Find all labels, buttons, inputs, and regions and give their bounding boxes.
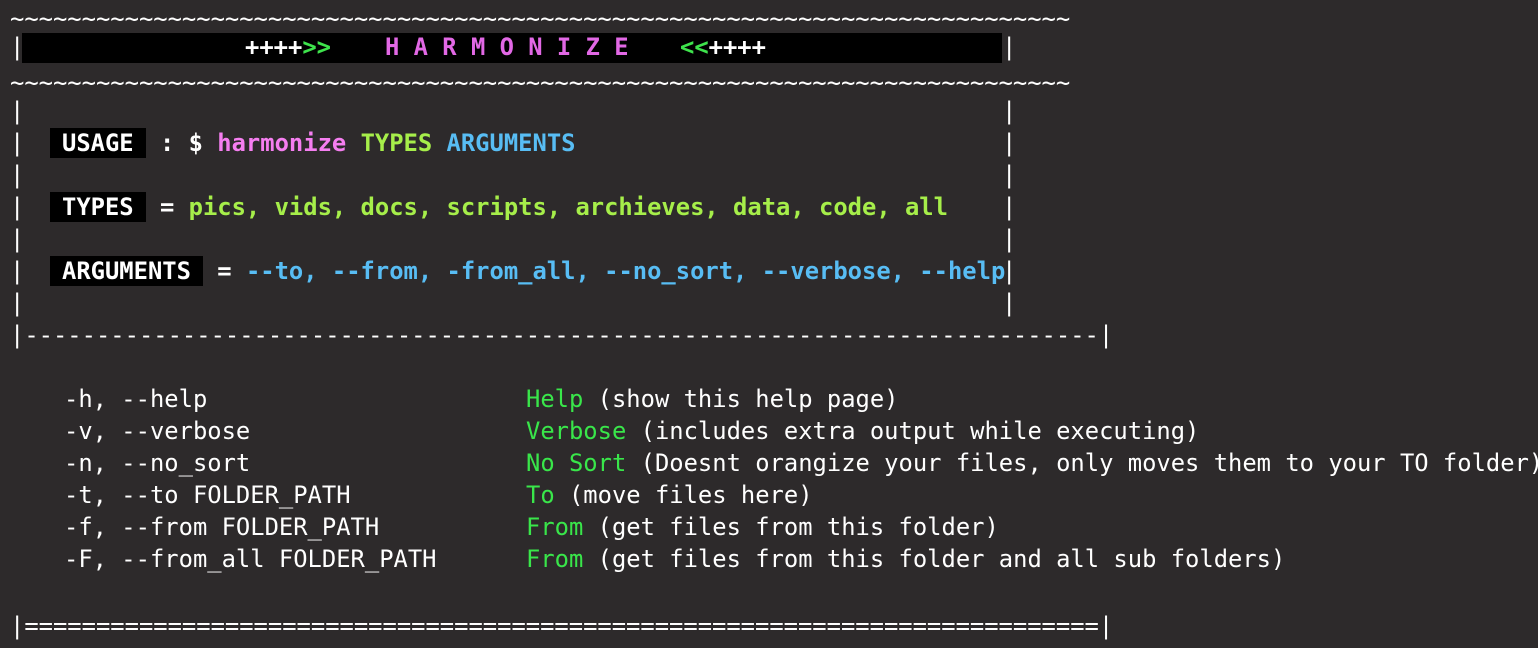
- usage-row: USAGE : $ harmonize TYPES ARGUMENTS: [50, 127, 575, 159]
- banner-right-decoration: <<++++: [680, 31, 766, 63]
- box-left-pipe: |: [10, 225, 25, 253]
- option-desc: (move files here): [568, 481, 813, 509]
- box-right-pipe: |: [1002, 193, 1017, 221]
- box-right-pipe: |: [1002, 225, 1017, 253]
- usage-command: harmonize: [217, 129, 347, 157]
- option-spacer: [583, 513, 597, 541]
- app-title: H A R M O N I Z E: [385, 33, 629, 61]
- option-spacer: [583, 385, 597, 413]
- option-description-row: No Sort (Doesnt orangize your files, onl…: [526, 447, 1538, 479]
- banner-right-plus: ++++: [708, 33, 766, 61]
- box-right-pipe: |: [1002, 289, 1017, 317]
- option-desc: (show this help page): [597, 385, 899, 413]
- banner-title-row: ++++>>: [245, 31, 331, 63]
- usage-types-word: TYPES: [360, 129, 433, 157]
- option-description-row: From (get files from this folder): [526, 511, 999, 543]
- box-left-pipe: |: [10, 129, 25, 157]
- option-description-row: Verbose (includes extra output while exe…: [526, 415, 1199, 447]
- banner-left-arrows: >>: [302, 33, 331, 61]
- arguments-row: ARGUMENTS = --to, --from, -from_all, --n…: [50, 255, 1005, 287]
- option-description-row: To (move files here): [526, 479, 813, 511]
- arguments-label: ARGUMENTS: [50, 256, 203, 286]
- option-spacer: [626, 449, 640, 477]
- box-left-pipe: |: [10, 97, 25, 125]
- types-label: TYPES: [50, 192, 146, 222]
- box-dash-border: |---------------------------------------…: [10, 321, 1114, 349]
- box-left-pipe: |: [10, 161, 25, 189]
- box-left-pipe: |: [10, 257, 25, 285]
- box-right-pipe: |: [1002, 97, 1017, 125]
- usage-label: USAGE: [50, 128, 146, 158]
- banner-left-plus: ++++: [245, 33, 303, 61]
- types-row: TYPES = pics, vids, docs, scripts, archi…: [50, 191, 948, 223]
- usage-arguments-word: ARGUMENTS: [446, 129, 576, 157]
- box-left-pipe: |: [10, 289, 25, 317]
- arguments-list: --to, --from, -from_all, --no_sort, --ve…: [245, 257, 1006, 285]
- option-name: From: [526, 513, 584, 541]
- option-name: From: [526, 545, 584, 573]
- option-name: To: [526, 481, 555, 509]
- banner-left-pipe: |: [10, 33, 25, 61]
- option-name: Verbose: [526, 417, 627, 445]
- types-list: pics, vids, docs, scripts, archieves, da…: [188, 193, 948, 221]
- option-spacer: [555, 481, 569, 509]
- option-flag: -n, --no_sort: [64, 449, 251, 477]
- banner-bottom-border: ~~~~~~~~~~~~~~~~~~~~~~~~~~~~~~~~~~~~~~~~…: [10, 69, 1071, 97]
- option-flag: -F, --from_all FOLDER_PATH: [64, 545, 437, 573]
- option-desc: (get files from this folder): [597, 513, 999, 541]
- option-flag: -h, --help: [64, 385, 208, 413]
- banner-right-pipe: |: [1002, 33, 1017, 61]
- option-desc: (Doesnt orangize your files, only moves …: [640, 449, 1538, 477]
- usage-separator: : $: [145, 129, 218, 157]
- box-left-pipe: |: [10, 193, 25, 221]
- option-flag: -f, --from FOLDER_PATH: [64, 513, 380, 541]
- option-desc: (includes extra output while executing): [640, 417, 1200, 445]
- box-right-pipe: |: [1002, 161, 1017, 189]
- types-equals: =: [145, 193, 189, 221]
- option-desc: (get files from this folder and all sub …: [597, 545, 1286, 573]
- option-name: Help: [526, 385, 584, 413]
- option-flag: -t, --to FOLDER_PATH: [64, 481, 351, 509]
- option-description-row: From (get files from this folder and all…: [526, 543, 1285, 575]
- box-eq-border: |=======================================…: [10, 612, 1114, 640]
- arguments-equals: =: [202, 257, 246, 285]
- option-description-row: Help (show this help page): [526, 383, 899, 415]
- terminal-window: { "banner": { "border_top": "~~~~~~~~~~~…: [0, 0, 1538, 648]
- box-right-pipe: |: [1002, 129, 1017, 157]
- option-name: No Sort: [526, 449, 627, 477]
- option-spacer: [626, 417, 640, 445]
- banner-right-arrows: <<: [680, 33, 709, 61]
- option-flag: -v, --verbose: [64, 417, 251, 445]
- option-spacer: [583, 545, 597, 573]
